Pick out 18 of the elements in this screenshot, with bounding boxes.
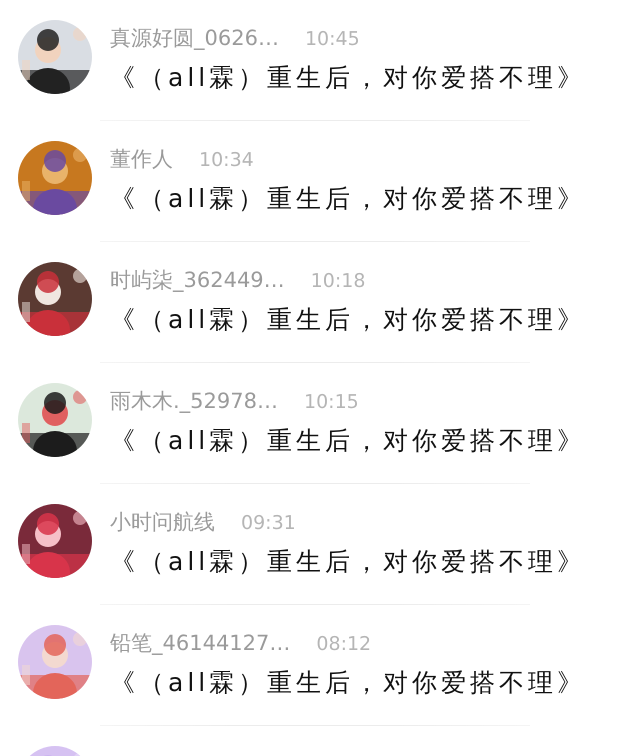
message-text: 《（all霖）重生后，对你爱搭不理》 xyxy=(110,304,586,336)
user-name: 雨木木._52978… xyxy=(110,388,278,415)
message-time: 09:31 xyxy=(241,511,296,536)
user-name: 真源好圆_0626… xyxy=(110,25,279,52)
message-text: 《（all霖）重生后，对你爱搭不理》 xyxy=(110,425,586,457)
message-time: 10:15 xyxy=(304,390,359,415)
message-time: 10:45 xyxy=(304,27,360,52)
message-time: 10:34 xyxy=(199,148,254,173)
user-name: 小时问航线 xyxy=(110,509,215,536)
user-name: 董作人 xyxy=(110,146,173,173)
message-time: 08:12 xyxy=(316,632,372,657)
user-name: 时屿柒_362449… xyxy=(110,267,285,294)
message-time: 10:18 xyxy=(310,269,366,294)
message-text: 《（all霖）重生后，对你爱搭不理》 xyxy=(110,183,586,215)
message-text: 《（all霖）重生后，对你爱搭不理》 xyxy=(110,546,586,578)
message-text: 《（all霖）重生后，对你爱搭不理》 xyxy=(110,667,586,699)
user-name: 铅笔_46144127… xyxy=(110,630,290,657)
message-text: 《（all霖）重生后，对你爱搭不理》 xyxy=(110,62,586,94)
